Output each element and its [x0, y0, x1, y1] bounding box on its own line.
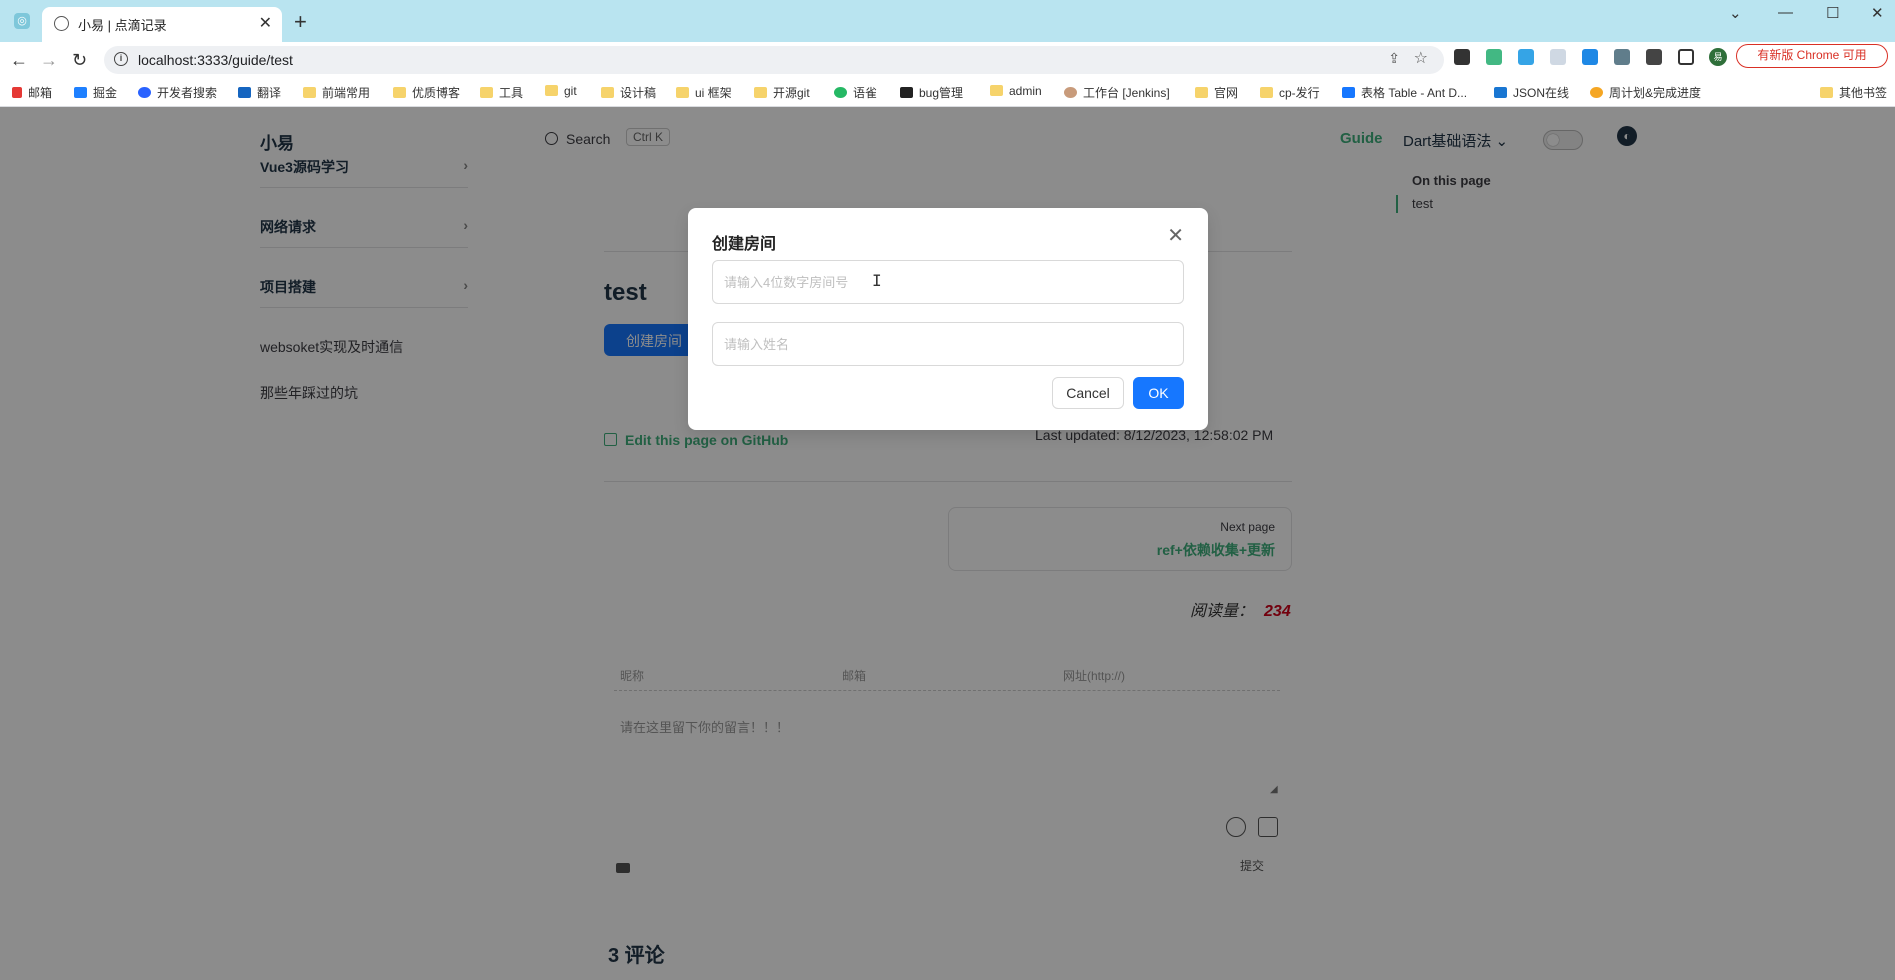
bookmark-star-icon[interactable]: ☆ — [1414, 48, 1428, 68]
reload-button[interactable]: ↻ — [72, 50, 87, 71]
window-close-button[interactable]: ✕ — [1871, 4, 1884, 22]
bookmark[interactable]: 邮箱 — [12, 84, 52, 101]
juejin-icon — [74, 87, 87, 98]
bookmark-folder[interactable]: 优质博客 — [393, 84, 460, 101]
extension-icon[interactable] — [1582, 49, 1598, 65]
chatgpt-tab-icon[interactable]: ◎ — [14, 13, 30, 29]
translate-icon — [238, 87, 251, 98]
bookmark-folder[interactable]: 官网 — [1195, 84, 1238, 101]
bookmark-folder[interactable]: 开源git — [754, 84, 810, 101]
room-number-input[interactable] — [712, 260, 1184, 304]
bookmark[interactable]: 掘金 — [74, 84, 117, 101]
create-room-modal: 创建房间 ✕ Cancel OK — [688, 208, 1208, 430]
minimize-button[interactable]: — — [1778, 4, 1793, 21]
folder-icon — [601, 87, 614, 98]
site-info-icon[interactable]: i — [114, 52, 128, 66]
extension-icon[interactable] — [1454, 49, 1470, 65]
maximize-button[interactable]: ☐ — [1826, 4, 1839, 22]
bookmark-folder[interactable]: 前端常用 — [303, 84, 370, 101]
bookmark[interactable]: 工作台 [Jenkins] — [1064, 84, 1170, 101]
bookmark-folder[interactable]: 工具 — [480, 84, 523, 101]
mail-icon — [12, 87, 22, 98]
extensions-puzzle-icon[interactable] — [1646, 49, 1662, 65]
bookmark[interactable]: JSON在线 — [1494, 84, 1569, 101]
folder-icon — [990, 85, 1003, 96]
folder-icon — [545, 85, 558, 96]
folder-icon — [1820, 87, 1833, 98]
modal-title: 创建房间 — [712, 236, 777, 253]
bookmark[interactable]: 表格 Table - Ant D... — [1342, 84, 1467, 101]
extension-icon[interactable] — [1550, 49, 1566, 65]
json-icon — [1494, 87, 1507, 98]
bookmark-folder[interactable]: git — [545, 84, 577, 98]
address-url[interactable]: localhost:3333/guide/test — [138, 52, 293, 68]
browser-toolbar: ← → ↻ i localhost:3333/guide/test ⇪ ☆ — [0, 42, 1895, 82]
browser-tabbar: ◎ 小易 | 点滴记录 ✕ + ⌄ — ☐ ✕ — [0, 0, 1895, 42]
folder-icon — [303, 87, 316, 98]
tab-title: 小易 | 点滴记录 — [78, 18, 167, 33]
bookmark-folder[interactable]: cp-发行 — [1260, 84, 1320, 101]
close-icon[interactable]: ✕ — [1161, 222, 1190, 249]
profile-avatar[interactable]: 易 — [1709, 48, 1727, 66]
folder-icon — [1195, 87, 1208, 98]
folder-icon — [393, 87, 406, 98]
ok-button[interactable]: OK — [1133, 377, 1184, 409]
forward-button[interactable]: → — [40, 50, 58, 71]
globe-icon — [54, 16, 69, 31]
bookmark-folder[interactable]: admin — [990, 84, 1042, 98]
bookmark[interactable]: 语雀 — [834, 84, 877, 101]
folder-icon — [480, 87, 493, 98]
bookmark[interactable]: bug管理 — [900, 84, 963, 101]
new-tab-button[interactable]: + — [294, 9, 307, 35]
bookmark-folder[interactable]: 设计稿 — [601, 84, 656, 101]
other-bookmarks[interactable]: 其他书签 — [1820, 84, 1887, 101]
jenkins-icon — [1064, 87, 1077, 98]
tab-search-icon[interactable]: ⌄ — [1729, 4, 1742, 22]
close-tab-icon[interactable]: ✕ — [259, 13, 272, 33]
address-bar[interactable]: i localhost:3333/guide/test ⇪ ☆ — [104, 46, 1444, 74]
folder-icon — [1260, 87, 1273, 98]
extension-icon[interactable] — [1518, 49, 1534, 65]
back-button[interactable]: ← — [10, 50, 28, 71]
yuque-icon — [834, 87, 847, 98]
bookmark[interactable]: 开发者搜索 — [138, 84, 217, 101]
search-site-icon — [138, 87, 151, 98]
folder-icon — [676, 87, 689, 98]
bookmark-folder[interactable]: ui 框架 — [676, 84, 732, 101]
notion-icon — [900, 87, 913, 98]
vue-devtools-icon[interactable] — [1486, 49, 1502, 65]
antd-icon — [1342, 87, 1355, 98]
bookmark[interactable]: 周计划&完成进度 — [1590, 84, 1701, 101]
plan-icon — [1590, 87, 1603, 98]
bookmark[interactable]: 翻译 — [238, 84, 281, 101]
cancel-button[interactable]: Cancel — [1052, 377, 1124, 409]
share-icon[interactable]: ⇪ — [1388, 50, 1400, 67]
bookmarks-bar: 邮箱 掘金 开发者搜索 翻译 前端常用 优质博客 工具 git 设计稿 ui 框… — [0, 78, 1895, 107]
name-input[interactable] — [712, 322, 1184, 366]
chrome-update-button[interactable]: 有新版 Chrome 可用 — [1736, 44, 1888, 68]
qr-extension-icon[interactable] — [1614, 49, 1630, 65]
side-panel-icon[interactable] — [1678, 49, 1694, 65]
text-cursor-icon: I — [872, 271, 882, 290]
folder-icon — [754, 87, 767, 98]
active-tab[interactable]: 小易 | 点滴记录 ✕ — [42, 7, 282, 42]
